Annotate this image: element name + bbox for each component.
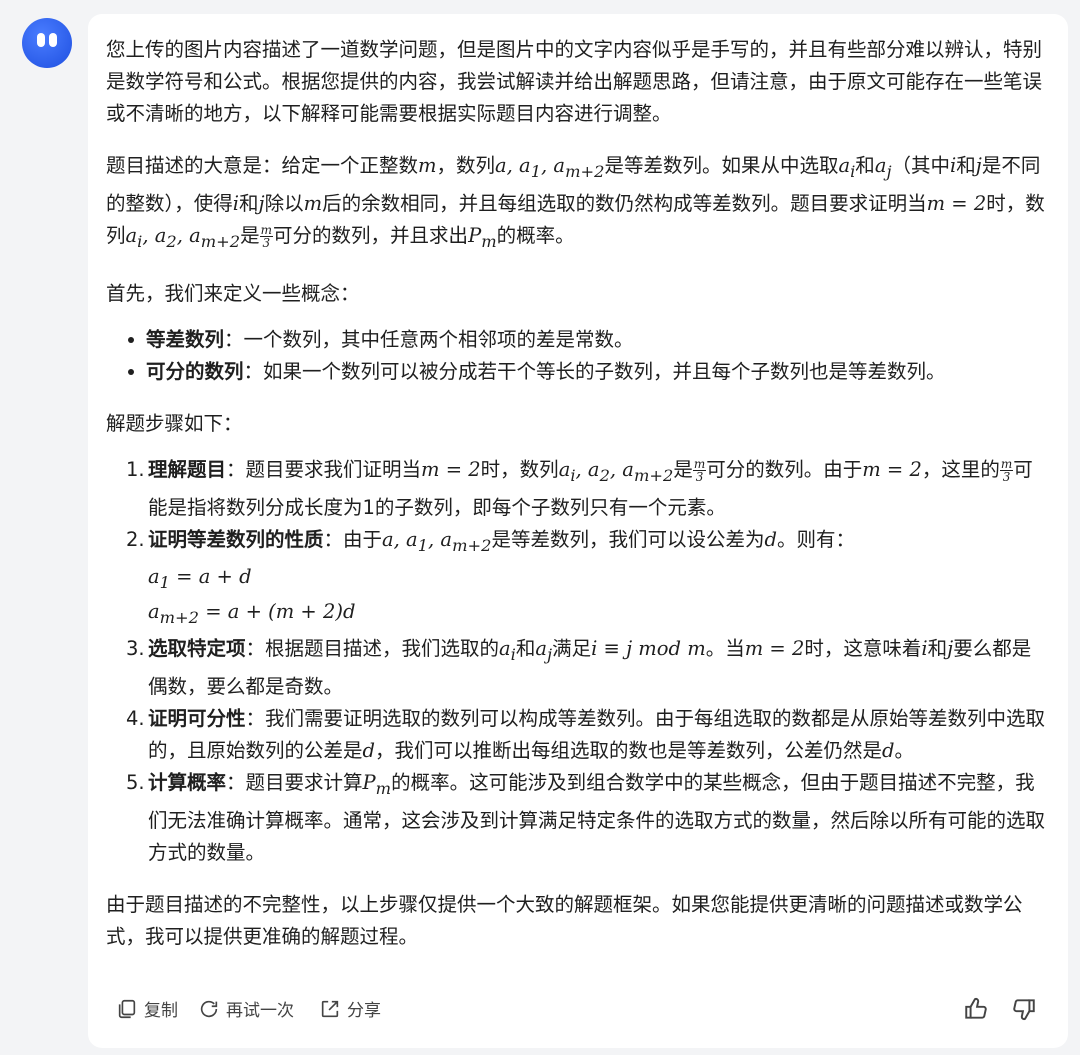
math-ai: ai xyxy=(838,154,856,181)
math-pm: Pm xyxy=(468,223,497,251)
avatar-eye-right xyxy=(49,33,57,47)
math-m: m xyxy=(418,154,437,177)
text: 是等差数列。如果从中选取 xyxy=(604,154,839,177)
text: 除以 xyxy=(264,191,304,215)
list-item: 等差数列：一个数列，其中任意两个相邻项的差是常数。 xyxy=(128,324,1048,356)
list-item: 1. 理解题目：题目要求我们证明当m = 2时，数列ai, a2, am+2是 m 3… xyxy=(126,456,1033,519)
thumbs-down-button[interactable] xyxy=(1011,996,1041,1026)
math-fraction: m3 xyxy=(259,222,274,250)
closing-paragraph: 由于题目描述的不完整性，以上步骤仅提供一个大致的解题框架。如果您能提供更清晰的问… xyxy=(106,893,1023,949)
text: 后的余数相同，并且每组选取的数仍然构成等差数列。题目要求证明当 xyxy=(322,191,927,215)
avatar-eye-left xyxy=(37,33,45,47)
math-eq: m = 2 xyxy=(926,191,987,215)
math-seq2: ai, a2, am+2 xyxy=(125,223,241,251)
text: 和 xyxy=(956,154,976,177)
math-aj: aj xyxy=(874,154,892,181)
concepts-intro: 首先，我们来定义一些概念： xyxy=(106,281,360,305)
text: 和 xyxy=(855,154,875,177)
message-actions-bar: 复制 再试一次 分享 xyxy=(116,996,1046,1026)
assistant-avatar xyxy=(22,18,72,68)
share-icon xyxy=(321,1000,339,1017)
assistant-message-bubble: 您上传的图片内容描述了一道数学问题，但是图片中的文字内容似乎是手写的，并且有些部… xyxy=(88,14,1068,1048)
list-item: 2. 证明等差数列的性质：由于a, a1, am+2是等差数列，我们可以设公差为d… xyxy=(126,524,1048,634)
retry-button[interactable]: 再试一次 xyxy=(198,996,294,1021)
refresh-icon xyxy=(200,1000,218,1017)
share-label: 分享 xyxy=(347,1001,381,1021)
text: 和 xyxy=(239,191,259,215)
share-button[interactable]: 分享 xyxy=(319,996,381,1021)
math-seq: a, a1, am+2 xyxy=(495,154,605,181)
text: 是 xyxy=(240,223,260,247)
list-item: 4. 证明可分性：我们需要证明选取的数列可以构成等差数列。由于每组选取的数都是从原… xyxy=(126,707,1046,763)
list-item: 5. 计算概率：题目要求计算Pm的概率。这可能涉及到组合数学中的某些概念，但由于题… xyxy=(126,771,1046,865)
copy-icon xyxy=(118,999,136,1018)
text: 的概率。 xyxy=(496,223,575,247)
equation: am+2 = a + (m + 2)d xyxy=(148,600,356,628)
intro-paragraph: 您上传的图片内容描述了一道数学问题，但是图片中的文字内容似乎是手写的，并且有些部… xyxy=(106,38,1043,125)
summary-paragraph: 题目描述的大意是：给定一个正整数m，数列a, a1, am+2是等差数列。如果从… xyxy=(106,150,1048,258)
text: （其中 xyxy=(891,154,951,177)
steps-list: 1. 理解题目：题目要求我们证明当m = 2时，数列ai, a2, am+2是 m 3… xyxy=(106,454,1048,869)
thumbs-up-icon xyxy=(965,998,987,1019)
list-item: 3. 选取特定项：根据题目描述，我们选取的ai和aj满足i ≡ j mod m。当… xyxy=(126,637,1032,699)
thumbs-down-icon xyxy=(1013,999,1035,1020)
thumbs-up-button[interactable] xyxy=(963,996,993,1026)
list-item: 可分的数列：如果一个数列可以被分成若干个等长的子数列，并且每个子数列也是等差数列… xyxy=(128,356,1048,388)
math-m: m xyxy=(303,191,323,215)
equation: a1 = a + d xyxy=(148,564,252,592)
copy-label: 复制 xyxy=(144,1001,178,1021)
text: 可分的数列，并且求出 xyxy=(273,223,469,247)
copy-button[interactable]: 复制 xyxy=(116,996,178,1021)
steps-intro: 解题步骤如下： xyxy=(106,411,243,435)
text: 题目描述的大意是：给定一个正整数 xyxy=(106,154,419,177)
text: ，数列 xyxy=(436,154,496,177)
definitions-list: 等差数列：一个数列，其中任意两个相邻项的差是常数。 可分的数列：如果一个数列可以… xyxy=(106,324,1048,388)
retry-label: 再试一次 xyxy=(226,1001,294,1021)
